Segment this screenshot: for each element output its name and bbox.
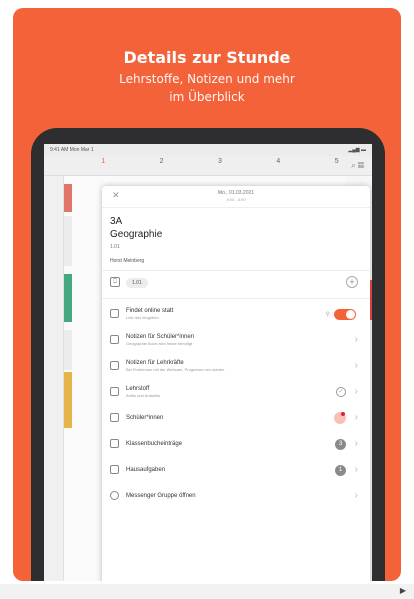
check-icon[interactable]: ✓ (336, 387, 346, 397)
carousel-scrollbar[interactable] (0, 584, 414, 599)
teacher-name: Horst Meinberg (110, 258, 145, 264)
row-title: Notizen für Schüler*innen (126, 334, 195, 340)
homework-icon (110, 465, 119, 474)
status-bar: 9:41 AM Mon Mar 1 ▂▄▆ ▬ (44, 144, 372, 156)
divider (102, 270, 370, 271)
row-subtitle: Link hier eingeben (126, 315, 159, 320)
classbook-row[interactable]: Klassenbucheinträge 3 › (102, 434, 370, 456)
alert-badge (334, 412, 346, 424)
add-icon[interactable]: + (346, 276, 358, 288)
lesson-block[interactable] (64, 330, 72, 370)
modal-header: ✕ Mo., 01.03.2021 8:00 - 8:50 (102, 186, 370, 208)
day-label[interactable]: 1 (101, 158, 105, 165)
row-subtitle: Bei Problemen mit der Webcam, Programm n… (126, 367, 225, 372)
promo-subtitle-line2: im Überblick (169, 90, 245, 104)
lesson-block[interactable] (64, 274, 72, 322)
student-notes-row[interactable]: Notizen für Schüler*innen Geographie Buc… (102, 330, 370, 352)
status-icons: ▂▄▆ ▬ (348, 147, 366, 153)
book-icon (110, 387, 119, 396)
row-title: Notizen für Lehrkräfte (126, 360, 184, 366)
lesson-block[interactable] (64, 372, 72, 428)
homework-row[interactable]: Hausaufgaben 1 › (102, 460, 370, 482)
globe-icon (110, 309, 119, 318)
chevron-right-icon: › (354, 490, 358, 501)
alert-dot (341, 412, 345, 416)
teacher-notes-row[interactable]: Notizen für Lehrkräfte Bei Problemen mit… (102, 356, 370, 378)
door-icon: ⎕ (110, 277, 120, 287)
toggle-knob (346, 310, 355, 319)
chevron-right-icon: › (354, 464, 358, 475)
note-icon (110, 361, 119, 370)
modal-time: 8:00 - 8:50 (226, 197, 246, 202)
lesson-block[interactable] (64, 184, 72, 212)
people-icon (110, 413, 119, 422)
row-title: Messenger Gruppe öffnen (126, 493, 196, 499)
count-badge: 1 (335, 465, 346, 476)
chat-bubble-icon (110, 491, 119, 500)
promo-title: Details zur Stunde (123, 48, 291, 67)
curriculum-row[interactable]: Lehrstoff Arktis und Antarktis ✓ › (102, 382, 370, 404)
ipad-screen: 9:41 AM Mon Mar 1 ▂▄▆ ▬ ⌕ ▦ 1 2 3 4 5 ✕ … (44, 144, 372, 581)
row-title: Hausaufgaben (126, 467, 166, 473)
count-badge: 3 (335, 439, 346, 450)
row-title: Klassenbucheinträge (126, 441, 183, 447)
room-row: ⎕ 1.01 + (102, 274, 370, 294)
lesson-block[interactable] (64, 216, 72, 266)
online-toggle[interactable] (334, 309, 356, 320)
chevron-right-icon: › (354, 412, 358, 423)
messenger-row[interactable]: Messenger Gruppe öffnen › (102, 486, 370, 508)
modal-date: Mo., 01.03.2021 (217, 190, 255, 196)
day-label[interactable]: 3 (218, 158, 222, 165)
chevron-right-icon: › (354, 360, 358, 371)
day-label[interactable]: 4 (276, 158, 280, 165)
clipboard-icon (110, 439, 119, 448)
row-title: Lehrstoff (126, 386, 150, 392)
link-icon[interactable]: ⚲ (326, 311, 330, 318)
time-column (44, 176, 64, 581)
day-label[interactable]: 5 (335, 158, 339, 165)
room-label: 1.01 (110, 244, 120, 250)
room-badge[interactable]: 1.01 (126, 278, 148, 288)
lesson-detail-modal: ✕ Mo., 01.03.2021 8:00 - 8:50 3A Geograp… (102, 186, 370, 581)
chevron-right-icon: › (354, 386, 358, 397)
students-row[interactable]: Schüler*innen › (102, 408, 370, 430)
day-header: 1 2 3 4 5 (74, 158, 366, 165)
row-title: Findet online statt (126, 308, 174, 314)
chevron-right-icon: › (354, 438, 358, 449)
next-arrow-icon[interactable]: ▶ (400, 586, 406, 595)
row-subtitle: Arktis und Antarktis (126, 393, 161, 398)
divider (102, 298, 370, 299)
chevron-right-icon: › (354, 334, 358, 345)
row-title: Schüler*innen (126, 415, 164, 421)
note-icon (110, 335, 119, 344)
promo-subtitle-line1: Lehrstoffe, Notizen und mehr (119, 72, 295, 86)
row-subtitle: Geographie Buch wird heute benötigt (126, 341, 193, 346)
status-time: 9:41 AM Mon Mar 1 (50, 147, 94, 153)
class-name: 3A (110, 216, 123, 227)
day-label[interactable]: 2 (160, 158, 164, 165)
promo-card: Details zur Stunde Lehrstoffe, Notizen u… (13, 8, 401, 581)
online-row[interactable]: Findet online statt Link hier eingeben ⚲ (102, 304, 370, 326)
ipad-frame: 9:41 AM Mon Mar 1 ▂▄▆ ▬ ⌕ ▦ 1 2 3 4 5 ✕ … (31, 128, 385, 581)
subject-name: Geographie (110, 229, 163, 240)
